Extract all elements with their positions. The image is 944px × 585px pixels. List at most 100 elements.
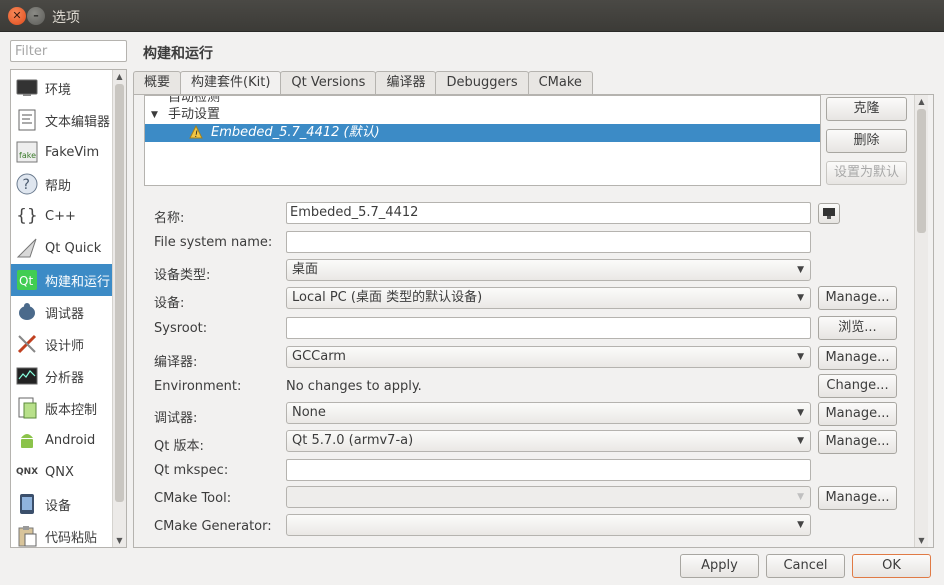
- filter-input[interactable]: [10, 40, 127, 62]
- category-label: 文本编辑器: [45, 114, 111, 130]
- environment-label: Environment:: [154, 379, 242, 394]
- category-label: FakeVim: [45, 144, 100, 160]
- make-default-button[interactable]: 设置为默认: [826, 161, 907, 185]
- kit-tree[interactable]: 自动检测 ▼ 手动设置 ! Embeded_5.7_4412 (默认): [144, 95, 821, 186]
- device-combo[interactable]: Local PC (桌面 类型的默认设备) ▼: [286, 287, 811, 309]
- qt-mkspec-label: Qt mkspec:: [154, 463, 229, 478]
- tab-overview[interactable]: 概要: [133, 71, 182, 94]
- environment-value: No changes to apply.: [286, 379, 422, 394]
- clone-button[interactable]: 克隆: [826, 97, 907, 121]
- category-label: 代码粘贴: [45, 530, 98, 546]
- cmake-tool-combo[interactable]: ▼: [286, 486, 811, 508]
- category-qnx[interactable]: QNX QNX: [11, 456, 112, 488]
- category-label: 版本控制: [45, 402, 98, 418]
- tab-qt-versions[interactable]: Qt Versions: [280, 71, 377, 94]
- category-help[interactable]: ? 帮助: [11, 168, 112, 200]
- device-type-label: 设备类型:: [154, 268, 211, 283]
- category-label: 帮助: [45, 178, 72, 194]
- qnx-icon: QNX: [15, 467, 39, 477]
- device-manage-button[interactable]: Manage...: [818, 286, 897, 310]
- ok-button[interactable]: OK: [852, 554, 931, 578]
- expand-arrow-icon[interactable]: ▼: [151, 106, 158, 124]
- kit-icon-button[interactable]: [818, 203, 840, 224]
- fakevim-icon: fake: [15, 140, 39, 164]
- version-control-icon: [15, 396, 39, 420]
- device-icon: [15, 492, 39, 516]
- tab-kits[interactable]: 构建套件(Kit): [180, 71, 282, 96]
- tab-compilers[interactable]: 编译器: [375, 71, 437, 94]
- qt-mkspec-field[interactable]: [286, 459, 811, 481]
- category-designer[interactable]: 设计师: [11, 328, 112, 360]
- minimize-window-button[interactable]: –: [27, 7, 45, 25]
- environment-change-button[interactable]: Change...: [818, 374, 897, 398]
- tree-group-manual[interactable]: ▼ 手动设置: [145, 106, 820, 124]
- category-build-run[interactable]: Qt 构建和运行: [11, 264, 112, 296]
- qt-build-run-icon: Qt: [15, 268, 39, 292]
- category-scrollbar[interactable]: ▲ ▼: [112, 70, 126, 547]
- compiler-manage-button[interactable]: Manage...: [818, 346, 897, 370]
- category-code-paste[interactable]: 代码粘贴: [11, 520, 112, 547]
- sysroot-label: Sysroot:: [154, 321, 208, 336]
- svg-text:?: ?: [23, 177, 30, 193]
- tab-debuggers[interactable]: Debuggers: [435, 71, 529, 94]
- android-icon: [15, 428, 39, 452]
- chevron-down-icon: ▼: [797, 492, 804, 502]
- close-window-button[interactable]: ✕: [8, 7, 26, 25]
- sysroot-browse-button[interactable]: 浏览...: [818, 316, 897, 340]
- scrollbar-thumb[interactable]: [115, 84, 124, 502]
- debugger-combo[interactable]: None ▼: [286, 402, 811, 424]
- qt-version-label: Qt 版本:: [154, 439, 204, 454]
- scroll-up-icon[interactable]: ▲: [113, 70, 126, 83]
- category-environment[interactable]: 环境: [11, 72, 112, 104]
- scroll-up-icon[interactable]: ▲: [915, 95, 928, 108]
- tab-bar: 概要 构建套件(Kit) Qt Versions 编译器 Debuggers C…: [133, 71, 593, 96]
- cancel-button[interactable]: Cancel: [766, 554, 845, 578]
- scroll-down-icon[interactable]: ▼: [915, 534, 928, 547]
- form-scrollbar[interactable]: ▲ ▼: [914, 95, 928, 547]
- name-field[interactable]: Embeded_5.7_4412: [286, 202, 811, 224]
- category-text-editor[interactable]: 文本编辑器: [11, 104, 112, 136]
- qtquick-icon: [15, 236, 39, 260]
- category-debugger[interactable]: 调试器: [11, 296, 112, 328]
- svg-text:!: !: [195, 130, 199, 139]
- scrollbar-thumb[interactable]: [917, 109, 926, 233]
- category-list: 环境 文本编辑器 fake FakeVim ? 帮助 {} C++ Qt Qui…: [10, 69, 127, 548]
- title-bar: ✕ – 选项: [0, 0, 944, 32]
- name-label: 名称:: [154, 211, 185, 226]
- device-type-combo[interactable]: 桌面 ▼: [286, 259, 811, 281]
- category-version-control[interactable]: 版本控制: [11, 392, 112, 424]
- apply-button[interactable]: Apply: [680, 554, 759, 578]
- debugger-manage-button[interactable]: Manage...: [818, 402, 897, 426]
- category-android[interactable]: Android: [11, 424, 112, 456]
- chevron-down-icon: ▼: [797, 265, 804, 275]
- analyzer-icon: [15, 364, 39, 388]
- category-label: C++: [45, 208, 76, 224]
- designer-icon: [15, 332, 39, 356]
- qt-version-combo[interactable]: Qt 5.7.0 (armv7-a) ▼: [286, 430, 811, 452]
- code-paste-icon: [15, 524, 39, 547]
- tree-kit-item[interactable]: ! Embeded_5.7_4412 (默认): [145, 124, 820, 142]
- sysroot-field[interactable]: [286, 317, 811, 339]
- category-qt-quick[interactable]: Qt Quick: [11, 232, 112, 264]
- compiler-combo[interactable]: GCCarm ▼: [286, 346, 811, 368]
- help-icon: ?: [15, 172, 39, 196]
- category-fakevim[interactable]: fake FakeVim: [11, 136, 112, 168]
- svg-text:fake: fake: [19, 151, 36, 160]
- qt-version-manage-button[interactable]: Manage...: [818, 430, 897, 454]
- chevron-down-icon: ▼: [797, 436, 804, 446]
- cmake-tool-label: CMake Tool:: [154, 491, 232, 506]
- debugger-label: 调试器:: [154, 411, 198, 426]
- category-device[interactable]: 设备: [11, 488, 112, 520]
- category-label: Qt Quick: [45, 240, 102, 256]
- delete-button[interactable]: 删除: [826, 129, 907, 153]
- filesystem-field[interactable]: [286, 231, 811, 253]
- category-label: 设备: [45, 498, 72, 514]
- category-analyzer[interactable]: 分析器: [11, 360, 112, 392]
- cmake-tool-manage-button[interactable]: Manage...: [818, 486, 897, 510]
- cmake-generator-combo[interactable]: ▼: [286, 514, 811, 536]
- category-label: Android: [45, 432, 96, 448]
- warning-icon: !: [189, 124, 203, 145]
- scroll-down-icon[interactable]: ▼: [113, 534, 126, 547]
- tab-cmake[interactable]: CMake: [527, 71, 593, 94]
- category-cpp[interactable]: {} C++: [11, 200, 112, 232]
